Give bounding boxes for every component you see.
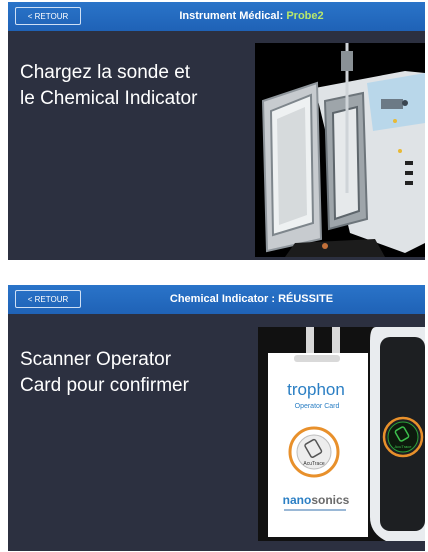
back-button[interactable]: < RETOUR [15,290,81,308]
instruction-line-1: Scanner Operator [20,349,172,370]
card-subtitle: Operator Card [295,403,340,410]
screen-load-probe: < RETOUR Instrument Médical: Probe2 Char… [8,2,425,260]
card-tag-icon: AcuTrace [288,426,340,478]
screen-scan-card: < RETOUR Chemical Indicator : RÉUSSITE S… [8,285,425,551]
screen-title: Instrument Médical: Probe2 [88,2,415,31]
title-text: Instrument Médical: [179,10,287,22]
operator-card-scan-image: AcuTrace trophon Operator Card AcuTrace … [258,327,425,541]
top-bar: < RETOUR Chemical Indicator : RÉUSSITE [8,285,425,314]
back-button[interactable]: < RETOUR [15,7,81,25]
instruction-line-2: Card pour confirmer [20,375,189,396]
card-brand: trophon [287,380,345,399]
title-probe-name: Probe2 [286,10,324,22]
instruction-text: Chargez la sonde et le Chemical Indicato… [20,60,245,112]
card-tag-label: AcuTrace [303,461,324,467]
card-company-logo: nanosonics [283,493,350,507]
instruction-line-2: le Chemical Indicator [20,88,198,109]
device-open-chamber-image [255,43,425,257]
instruction-text: Scanner Operator Card pour confirmer [20,347,245,399]
screen-title: Chemical Indicator : RÉUSSITE [169,293,334,305]
reader-tag-icon: AcuTrace [382,416,424,458]
reader-tag-label: AcuTrace [395,444,413,449]
top-bar: < RETOUR Instrument Médical: Probe2 [8,2,425,31]
instruction-line-1: Chargez la sonde et [20,62,191,83]
